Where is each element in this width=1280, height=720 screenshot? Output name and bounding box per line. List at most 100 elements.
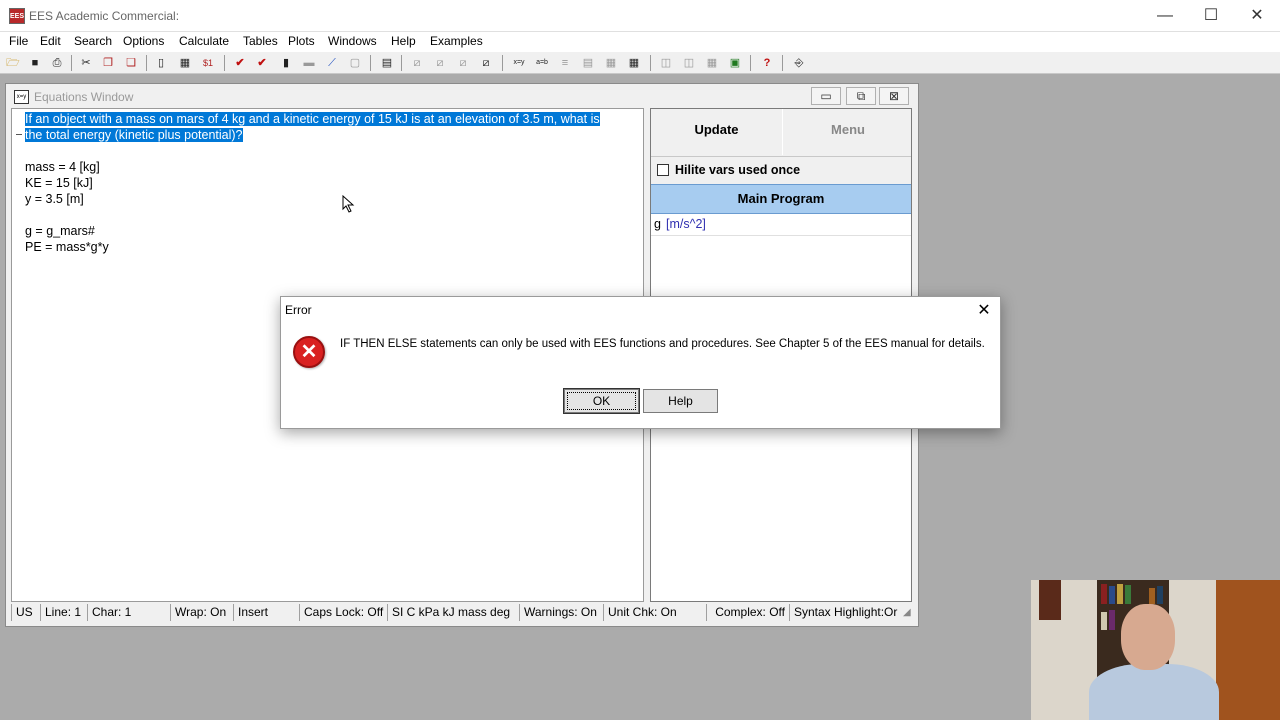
code-line[interactable]: y = 3.5 [m] — [25, 192, 84, 206]
array-icon[interactable]: ▤ — [579, 54, 597, 72]
code-line[interactable]: KE = 15 [kJ] — [25, 176, 93, 190]
toolbar: 🗁 ■ ⎙ ✂ ❐ ❏ ▯ ▦ $1 ✔ ✔ ▮ ▬ ⟋ ▢ ▤ ⧄ ⧄ ⧄ ⧄… — [0, 52, 1280, 74]
code-line[interactable]: mass = 4 [kg] — [25, 160, 100, 174]
dialog-body: ✕ IF THEN ELSE statements can only be us… — [281, 325, 1000, 428]
solve-icon[interactable]: $1 — [199, 54, 217, 72]
toolbar-separator — [224, 55, 225, 71]
code-line[interactable]: If an object with a mass on mars of 4 kg… — [25, 112, 600, 126]
menu-file[interactable]: File — [9, 34, 28, 48]
dialog-title-bar[interactable]: Error ✕ — [281, 297, 1000, 325]
menu-bar: File Edit Search Options Calculate Table… — [0, 32, 1280, 52]
status-complex: Complex: Off — [706, 604, 789, 621]
hilite-vars-row: Hilite vars used once — [651, 157, 911, 184]
print-icon[interactable]: ⎙ — [48, 54, 66, 72]
resize-grip-icon[interactable]: ◢ — [903, 607, 911, 618]
plot2-icon[interactable]: ⧄ — [431, 54, 449, 72]
menu-windows[interactable]: Windows — [328, 34, 377, 48]
status-warnings: Warnings: On — [519, 604, 603, 621]
equations-minimize-button[interactable]: ▭ — [811, 87, 841, 105]
tab-menu[interactable]: Menu — [785, 109, 911, 155]
code-line[interactable]: g = g_mars# — [25, 224, 95, 238]
toolbar-separator — [401, 55, 402, 71]
help-button[interactable]: Help — [643, 389, 718, 413]
solve-check-icon[interactable]: ✔ — [231, 54, 249, 72]
open-icon[interactable]: 🗁 — [4, 54, 22, 72]
toolbar-separator — [502, 55, 503, 71]
menu-calculate[interactable]: Calculate — [179, 34, 229, 48]
plot3-icon[interactable]: ⧄ — [454, 54, 472, 72]
blank-icon[interactable]: ▢ — [346, 54, 364, 72]
save-icon[interactable]: ■ — [26, 54, 44, 72]
status-wrap: Wrap: On — [170, 604, 233, 621]
exit-icon[interactable]: ⎆ — [790, 54, 808, 72]
webcam-frame — [1039, 580, 1061, 620]
equations-window-title: Equations Window — [34, 90, 134, 104]
cut-icon[interactable]: ✂ — [77, 54, 95, 72]
hilite-vars-checkbox[interactable] — [657, 164, 669, 176]
image-icon[interactable]: ▣ — [726, 54, 744, 72]
side-tabs: Update Menu — [651, 109, 911, 157]
menu-search[interactable]: Search — [74, 34, 112, 48]
paste-icon[interactable]: ❏ — [122, 54, 140, 72]
main-program-header[interactable]: Main Program — [651, 184, 911, 214]
equations-close-button[interactable]: ⊠ — [879, 87, 909, 105]
error-dialog: Error ✕ ✕ IF THEN ELSE statements can on… — [280, 296, 1001, 429]
dialog-title: Error — [285, 303, 312, 317]
dialog-close-button[interactable]: ✕ — [971, 299, 997, 323]
minimize-button[interactable]: — — [1142, 4, 1188, 28]
menu-options[interactable]: Options — [123, 34, 164, 48]
plot-window-icon[interactable]: ⧄ — [408, 54, 426, 72]
unit-icon[interactable]: a=b — [533, 54, 551, 72]
menu-plots[interactable]: Plots — [288, 34, 315, 48]
equations-window-title-bar[interactable]: x=y Equations Window ▭ ⧉ ⊠ — [6, 84, 918, 108]
menu-tables[interactable]: Tables — [243, 34, 278, 48]
webcam-overlay — [1031, 580, 1280, 720]
diagram2-icon[interactable]: ◫ — [680, 54, 698, 72]
plot-icon[interactable]: ⟋ — [323, 54, 341, 72]
diagram-icon[interactable]: ◫ — [657, 54, 675, 72]
error-icon: ✕ — [293, 336, 325, 368]
hilite-vars-label: Hilite vars used once — [675, 163, 801, 177]
solve-table-icon[interactable]: ✔ — [253, 54, 271, 72]
lookup-icon[interactable]: ▦ — [703, 54, 721, 72]
table-icon[interactable]: ▦ — [176, 54, 194, 72]
close-button[interactable]: ✕ — [1234, 4, 1280, 28]
equations-restore-button[interactable]: ⧉ — [846, 87, 876, 105]
ees-app-icon: EES — [9, 8, 25, 24]
calculator-icon[interactable]: ▮ — [277, 54, 295, 72]
tab-update[interactable]: Update — [651, 109, 783, 155]
list-icon[interactable]: ≡ — [556, 54, 574, 72]
help-icon[interactable]: ? — [758, 54, 776, 72]
print-grey-icon[interactable]: ▬ — [300, 54, 318, 72]
status-units: SI C kPa kJ mass deg — [387, 604, 519, 621]
mouse-cursor-icon — [342, 195, 355, 213]
toolbar-separator — [71, 55, 72, 71]
table2-icon[interactable]: ▦ — [602, 54, 620, 72]
code-line[interactable]: the total energy (kinetic plus potential… — [25, 128, 243, 142]
table3-icon[interactable]: ▦ — [625, 54, 643, 72]
grid-icon[interactable]: ▤ — [378, 54, 396, 72]
webcam-door — [1216, 580, 1280, 720]
title-bar: EES EES Academic Commercial: — ☐ ✕ — [0, 0, 1280, 32]
fold-marker — [16, 134, 22, 135]
status-line: Line: 1 — [40, 604, 87, 621]
ok-button[interactable]: OK — [564, 389, 639, 413]
toolbar-separator — [750, 55, 751, 71]
variable-name: g — [654, 217, 661, 231]
variable-row[interactable]: g [m/s^2] — [651, 214, 911, 236]
plot4-icon[interactable]: ⧄ — [477, 54, 495, 72]
menu-help[interactable]: Help — [391, 34, 416, 48]
copy-icon[interactable]: ❐ — [99, 54, 117, 72]
xsy-icon[interactable]: x=y — [510, 54, 528, 72]
menu-edit[interactable]: Edit — [40, 34, 61, 48]
maximize-button[interactable]: ☐ — [1188, 4, 1234, 28]
toolbar-separator — [650, 55, 651, 71]
toolbar-separator — [370, 55, 371, 71]
status-bar: US Line: 1 Char: 1 Wrap: On Insert Caps … — [11, 602, 915, 622]
app-title: EES Academic Commercial: — [29, 9, 180, 23]
menu-examples[interactable]: Examples — [430, 34, 483, 48]
check-units-icon[interactable]: ▯ — [152, 54, 170, 72]
code-line[interactable]: PE = mass*g*y — [25, 240, 109, 254]
status-locale: US — [11, 604, 40, 621]
status-caps-lock: Caps Lock: Off — [299, 604, 387, 621]
